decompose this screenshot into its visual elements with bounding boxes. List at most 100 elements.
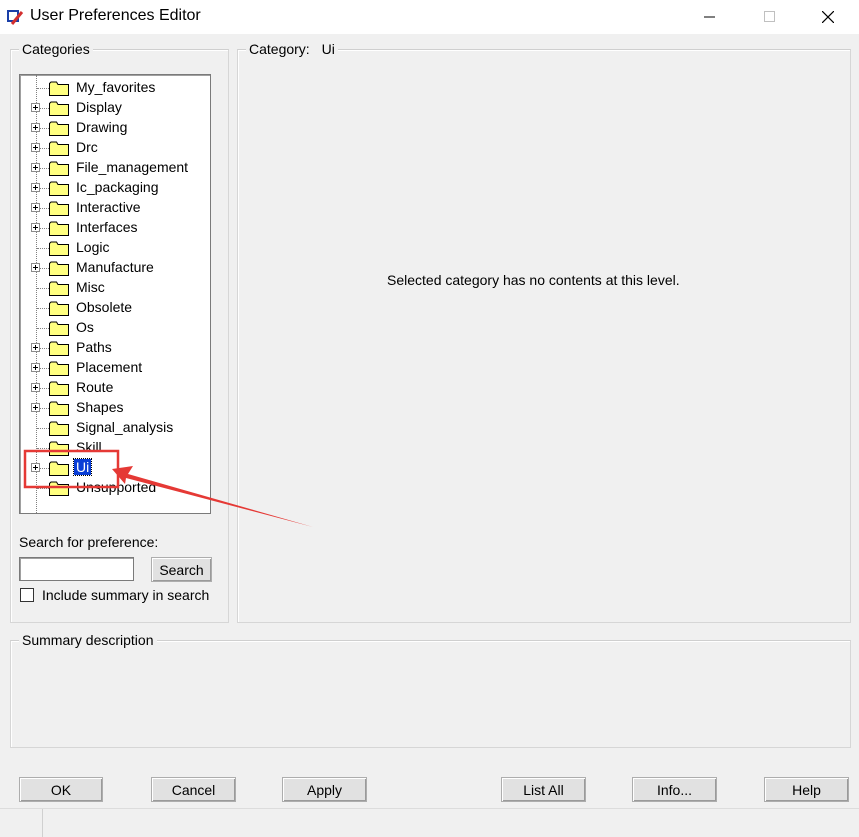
empty-category-message: Selected category has no contents at thi… [387,272,680,288]
tree-item-label: Manufacture [76,259,154,275]
tree-connector-line [37,288,49,289]
folder-icon [49,161,69,176]
folder-icon [49,341,69,356]
category-header: Category: Ui [246,41,338,57]
tree-item[interactable]: Misc [20,278,210,298]
tree-item[interactable]: Placement [20,358,210,378]
folder-icon [49,281,69,296]
expand-icon[interactable] [31,183,40,192]
tree-connector-line [37,88,49,89]
expand-icon[interactable] [31,223,40,232]
tree-item[interactable]: Display [20,98,210,118]
tree-item[interactable]: Logic [20,238,210,258]
summary-label: Summary description [19,632,157,648]
status-separator [42,809,43,837]
expand-icon[interactable] [31,403,40,412]
folder-icon [49,461,69,476]
list-all-button[interactable]: List All [501,777,586,802]
folder-icon [49,221,69,236]
categories-label: Categories [19,41,93,57]
tree-item[interactable]: My_favorites [20,78,210,98]
cancel-button[interactable]: Cancel [151,777,236,802]
tree-item[interactable]: Shapes [20,398,210,418]
title-bar: User Preferences Editor [0,0,859,34]
tree-item-label: Interfaces [76,219,138,235]
folder-icon [49,321,69,336]
folder-icon [49,381,69,396]
folder-icon [49,141,69,156]
minimize-button[interactable] [680,0,740,34]
app-icon [7,10,24,25]
tree-item-label: Signal_analysis [76,419,174,435]
tree-item[interactable]: Paths [20,338,210,358]
tree-item[interactable]: Route [20,378,210,398]
tree-item-label: Unsupported [76,479,157,495]
tree-item[interactable]: Ui [20,458,210,478]
maximize-icon [764,11,775,22]
search-input[interactable] [19,557,134,581]
window-title: User Preferences Editor [30,7,201,24]
search-button[interactable]: Search [151,557,212,582]
tree-item-label: My_favorites [76,79,156,95]
tree-item-label: Interactive [76,199,141,215]
tree-item[interactable]: Drawing [20,118,210,138]
minimize-icon [704,16,715,18]
expand-icon[interactable] [31,463,40,472]
tree-connector-line [37,448,49,449]
category-value: Ui [321,41,335,57]
tree-item-label: Skill [76,439,102,455]
tree-item-label: Misc [76,279,105,295]
tree-item-label: Route [76,379,114,395]
tree-item[interactable]: Obsolete [20,298,210,318]
tree-item[interactable]: Unsupported [20,478,210,498]
tree-item[interactable]: Os [20,318,210,338]
status-bar [0,808,859,837]
expand-icon[interactable] [31,343,40,352]
expand-icon[interactable] [31,263,40,272]
expand-icon[interactable] [31,363,40,372]
ok-button[interactable]: OK [19,777,103,802]
folder-icon [49,441,69,456]
folder-icon [49,261,69,276]
tree-item[interactable]: Ic_packaging [20,178,210,198]
expand-icon[interactable] [31,123,40,132]
folder-icon [49,181,69,196]
folder-icon [49,81,69,96]
tree-item-label: Drc [76,139,98,155]
expand-icon[interactable] [31,103,40,112]
include-summary-checkbox[interactable] [20,588,34,602]
tree-item-label: Ic_packaging [76,179,159,195]
tree-item[interactable]: Interfaces [20,218,210,238]
tree-connector-line [37,488,49,489]
category-label: Category: [249,41,310,57]
tree-item[interactable]: Drc [20,138,210,158]
tree-item[interactable]: Skill [20,438,210,458]
search-label: Search for preference: [19,534,159,550]
expand-icon[interactable] [31,383,40,392]
folder-icon [49,101,69,116]
tree-item[interactable]: Interactive [20,198,210,218]
apply-button[interactable]: Apply [282,777,367,802]
info-button[interactable]: Info... [632,777,717,802]
tree-item-label: Logic [76,239,110,255]
expand-icon[interactable] [31,203,40,212]
expand-icon[interactable] [31,163,40,172]
category-tree[interactable]: My_favorites Display Drawing Drc File_manage… [19,74,211,514]
tree-connector-line [37,308,49,309]
tree-connector-line [37,248,49,249]
tree-item[interactable]: Manufacture [20,258,210,278]
close-button[interactable] [798,0,858,34]
tree-item-label: Drawing [76,119,128,135]
include-summary-label: Include summary in search [42,587,210,603]
folder-icon [49,401,69,416]
tree-item-label: Obsolete [76,299,133,315]
help-button[interactable]: Help [764,777,849,802]
folder-icon [49,301,69,316]
tree-item[interactable]: Signal_analysis [20,418,210,438]
folder-icon [49,121,69,136]
tree-item[interactable]: File_management [20,158,210,178]
expand-icon[interactable] [31,143,40,152]
folder-icon [49,361,69,376]
maximize-button [740,0,800,34]
tree-item-label: Shapes [76,399,124,415]
